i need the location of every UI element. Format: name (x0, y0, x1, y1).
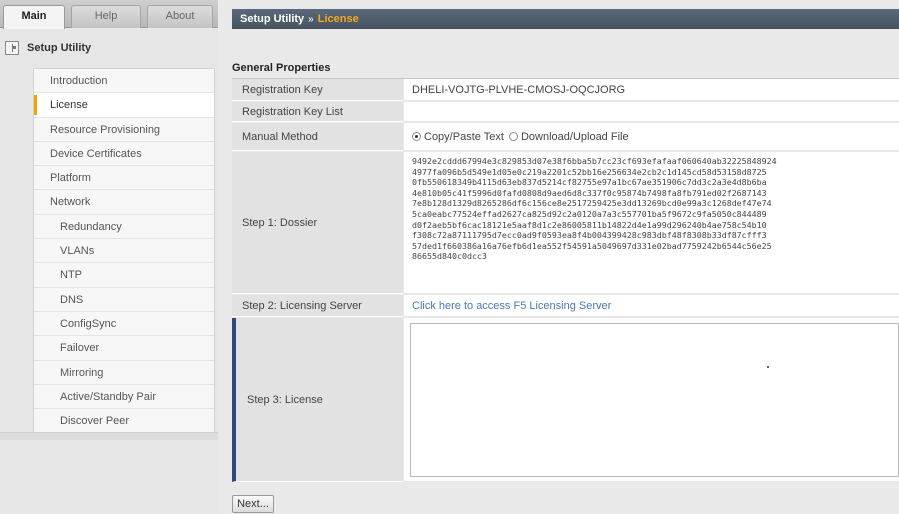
registration-key-label: Registration Key (232, 79, 403, 101)
licensing-server-value: Click here to access F5 Licensing Server (404, 295, 899, 317)
sidebar-divider (0, 432, 218, 440)
registration-key-list-label: Registration Key List (232, 102, 403, 122)
copy-paste-radio[interactable] (412, 132, 421, 141)
collapse-icon[interactable] (5, 41, 19, 55)
sidebar-item-platform[interactable]: Platform (34, 166, 214, 191)
next-button[interactable]: Next... (232, 495, 274, 513)
license-textarea[interactable] (410, 323, 899, 477)
sidebar-item-active-standby-pair[interactable]: Active/Standby Pair (34, 385, 214, 410)
section-title: General Properties (232, 62, 331, 74)
manual-method-label: Manual Method (232, 123, 403, 151)
tab-about[interactable]: About (147, 5, 213, 28)
breadcrumb-separator: » (308, 14, 314, 25)
sidebar-item-discover-peer[interactable]: Discover Peer (34, 409, 214, 434)
sidebar-item-vlans[interactable]: VLANs (34, 239, 214, 264)
sidebar-item-ntp[interactable]: NTP (34, 263, 214, 288)
cursor-dot (767, 366, 769, 368)
tab-main[interactable]: Main (3, 5, 65, 29)
left-panel: Main Help About Setup Utility Introducti… (0, 0, 218, 514)
page-title-bar: Setup Utility » License (232, 9, 899, 29)
license-label: Step 3: License (232, 318, 403, 482)
setup-utility-header[interactable]: Setup Utility (0, 36, 218, 60)
breadcrumb-current: License (317, 13, 359, 25)
tab-bar: Main Help About (0, 0, 218, 29)
sidebar-item-network[interactable]: Network (34, 190, 214, 215)
setup-utility-title: Setup Utility (27, 42, 92, 54)
tab-help[interactable]: Help (71, 5, 141, 28)
sidebar-item-dns[interactable]: DNS (34, 288, 214, 312)
manual-method-options: Copy/Paste Text Download/Upload File (404, 123, 899, 151)
sidebar-item-resource-provisioning[interactable]: Resource Provisioning (34, 118, 214, 142)
sidebar-item-introduction[interactable]: Introduction (34, 69, 214, 94)
setup-utility-nav: Introduction License Resource Provisioni… (33, 68, 215, 435)
sidebar-item-configsync[interactable]: ConfigSync (34, 312, 214, 337)
dossier-text[interactable]: 9492e2cddd67994e3c829853d07e38f6bba5b7cc… (412, 152, 899, 294)
dossier-label: Step 1: Dossier (232, 152, 403, 294)
sidebar-item-failover[interactable]: Failover (34, 336, 214, 361)
download-upload-radio[interactable] (508, 132, 518, 141)
download-upload-label[interactable]: Download/Upload File (521, 131, 629, 143)
sidebar-item-redundancy[interactable]: Redundancy (34, 215, 214, 240)
registration-key-list-value (404, 102, 899, 122)
copy-paste-label[interactable]: Copy/Paste Text (424, 131, 504, 143)
sidebar-item-mirroring[interactable]: Mirroring (34, 361, 214, 385)
dossier-value: 9492e2cddd67994e3c829853d07e38f6bba5b7cc… (404, 152, 899, 294)
sidebar-item-device-certificates[interactable]: Device Certificates (34, 142, 214, 167)
sidebar-item-license[interactable]: License (34, 93, 214, 118)
breadcrumb-root[interactable]: Setup Utility (240, 13, 304, 25)
registration-key-value: DHELI-VOJTG-PLVHE-CMOSJ-OQCJORG (404, 79, 899, 101)
licensing-server-link[interactable]: Click here to access F5 Licensing Server (412, 300, 611, 312)
licensing-server-label: Step 2: Licensing Server (232, 295, 403, 317)
